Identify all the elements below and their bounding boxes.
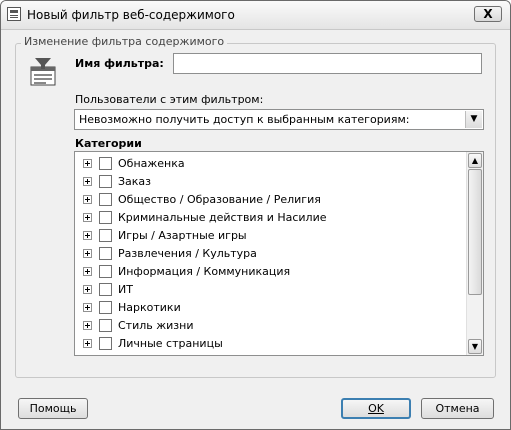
plus-box-icon[interactable] xyxy=(83,231,92,240)
scrollbar-thumb[interactable] xyxy=(468,169,482,295)
category-label: Наркотики xyxy=(118,301,181,314)
category-checkbox[interactable] xyxy=(99,283,112,296)
category-label: Общество / Образование / Религия xyxy=(118,193,321,206)
category-label: Информация / Коммуникация xyxy=(118,265,291,278)
filter-name-label: Имя фильтра: xyxy=(75,57,164,70)
users-select[interactable]: Невозможно получить доступ к выбранным к… xyxy=(74,109,484,130)
plus-box-icon[interactable] xyxy=(83,321,92,330)
category-checkbox[interactable] xyxy=(99,337,112,350)
categories-label: Категории xyxy=(75,137,142,150)
plus-box-icon[interactable] xyxy=(83,267,92,276)
category-label: Игры / Азартные игры xyxy=(118,229,247,242)
category-checkbox[interactable] xyxy=(99,229,112,242)
filter-name-input[interactable] xyxy=(173,53,482,74)
content-filter-icon xyxy=(30,58,56,86)
plus-box-icon[interactable] xyxy=(83,249,92,258)
category-label: Заказ xyxy=(118,175,152,188)
categories-list: Обнаженка Заказ Общество / Образование /… xyxy=(75,152,466,355)
tree-item[interactable]: Стиль жизни xyxy=(75,316,465,334)
title-bar[interactable]: Новый фильтр веб-содержимого X xyxy=(1,1,510,30)
close-button[interactable]: X xyxy=(474,6,502,22)
category-checkbox[interactable] xyxy=(99,211,112,224)
tree-item[interactable]: Развлечения / Культура xyxy=(75,244,465,262)
category-checkbox[interactable] xyxy=(99,193,112,206)
cancel-button-label: Отмена xyxy=(435,402,480,415)
category-label: Обнаженка xyxy=(118,157,185,170)
tree-item[interactable]: Информация / Коммуникация xyxy=(75,262,465,280)
category-label: ИТ xyxy=(118,283,133,296)
plus-box-icon[interactable] xyxy=(83,159,92,168)
plus-box-icon[interactable] xyxy=(83,285,92,294)
tree-item[interactable]: Обнаженка xyxy=(75,154,465,172)
tree-item[interactable]: Заказ xyxy=(75,172,465,190)
category-label: Развлечения / Культура xyxy=(118,247,257,260)
category-checkbox[interactable] xyxy=(99,319,112,332)
tree-item[interactable]: Криминальные действия и Насилие xyxy=(75,208,465,226)
plus-box-icon[interactable] xyxy=(83,339,92,348)
category-label: Личные страницы xyxy=(118,337,223,350)
plus-box-icon[interactable] xyxy=(83,177,92,186)
cancel-button[interactable]: Отмена xyxy=(421,398,494,419)
categories-tree[interactable]: Обнаженка Заказ Общество / Образование /… xyxy=(74,151,484,356)
ok-button[interactable]: OK xyxy=(341,398,411,419)
category-checkbox[interactable] xyxy=(99,247,112,260)
help-button[interactable]: Помощь xyxy=(18,398,88,419)
dialog-window: Новый фильтр веб-содержимого X Изменение… xyxy=(0,0,511,430)
tree-item[interactable]: Общество / Образование / Религия xyxy=(75,190,465,208)
plus-box-icon[interactable] xyxy=(83,195,92,204)
users-select-value: Невозможно получить доступ к выбранным к… xyxy=(79,113,410,126)
tree-item[interactable]: ИТ xyxy=(75,280,465,298)
category-label: Стиль жизни xyxy=(118,319,194,332)
category-checkbox[interactable] xyxy=(99,157,112,170)
users-label: Пользователи с этим фильтром: xyxy=(75,93,264,106)
arrow-up-icon[interactable]: ▲ xyxy=(468,153,482,168)
arrow-down-icon[interactable]: ▼ xyxy=(468,339,482,354)
category-checkbox[interactable] xyxy=(99,175,112,188)
window-title: Новый фильтр веб-содержимого xyxy=(27,8,235,22)
category-checkbox[interactable] xyxy=(99,301,112,314)
help-button-label: Помощь xyxy=(29,402,77,415)
tree-item[interactable]: Наркотики xyxy=(75,298,465,316)
plus-box-icon[interactable] xyxy=(83,213,92,222)
category-checkbox[interactable] xyxy=(99,265,112,278)
tree-item[interactable]: Игры / Азартные игры xyxy=(75,226,465,244)
category-label: Криминальные действия и Насилие xyxy=(118,211,327,224)
plus-box-icon[interactable] xyxy=(83,303,92,312)
group-caption: Изменение фильтра содержимого xyxy=(21,35,228,48)
vertical-scrollbar[interactable]: ▲ ▼ xyxy=(466,152,483,355)
app-window-icon xyxy=(7,7,21,21)
chevron-down-icon[interactable]: ▼ xyxy=(465,111,482,128)
ok-button-label: OK xyxy=(368,402,384,415)
tree-item[interactable]: Личные страницы xyxy=(75,334,465,352)
